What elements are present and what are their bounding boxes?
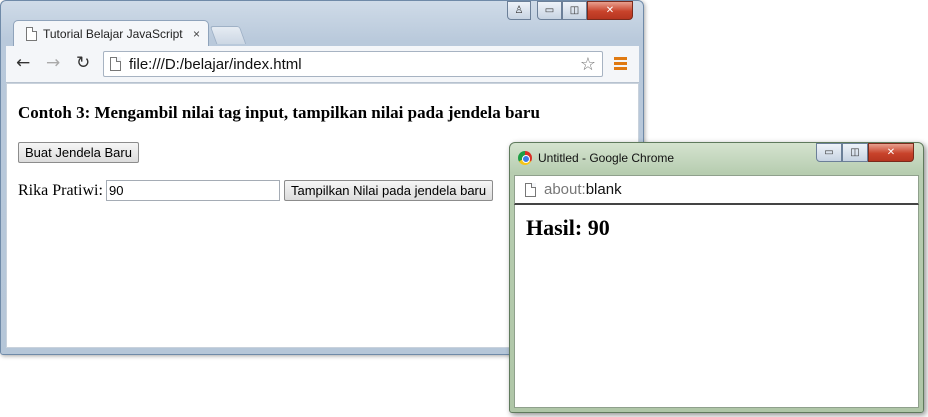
page-heading: Contoh 3: Mengambil nilai tag input, tam…	[18, 103, 540, 122]
page-icon	[525, 182, 536, 197]
bookmark-star-icon[interactable]: ☆	[580, 54, 596, 75]
chrome-logo-icon	[518, 151, 532, 165]
menu-bar-line	[614, 62, 627, 65]
popup-title: Untitled - Google Chrome	[538, 151, 675, 165]
menu-bar-line	[614, 57, 627, 60]
open-window-button[interactable]: Buat Jendela Baru	[18, 142, 139, 163]
show-value-button[interactable]: Tampilkan Nilai pada jendela baru	[284, 180, 494, 201]
address-url: file:///D:/belajar/index.html	[129, 55, 302, 73]
popup-address-bar[interactable]: about: blank	[514, 175, 919, 205]
page-icon	[110, 57, 121, 71]
menu-icon[interactable]	[614, 57, 627, 72]
tab-title: Tutorial Belajar JavaScript	[43, 27, 183, 41]
minimize-button[interactable]: ▭	[537, 1, 562, 20]
popup-caption-buttons: ▭ ◫ ✕	[816, 143, 914, 162]
popup-maximize-button[interactable]: ◫	[842, 143, 868, 162]
popup-address-host: blank	[585, 181, 622, 198]
address-bar[interactable]: file:///D:/belajar/index.html ☆	[103, 51, 603, 77]
tab-tutorial[interactable]: Tutorial Belajar JavaScript ×	[13, 20, 209, 47]
popup-close-button[interactable]: ✕	[868, 143, 914, 162]
popup-browser-window: Untitled - Google Chrome ▭ ◫ ✕ about: bla…	[509, 142, 924, 413]
popup-viewport: Hasil: 90	[514, 205, 919, 408]
close-window-button[interactable]: ✕	[587, 1, 633, 20]
popup-minimize-button[interactable]: ▭	[816, 143, 842, 162]
profile-icon[interactable]: ♙	[507, 1, 531, 20]
forward-icon[interactable]: →	[46, 54, 60, 72]
toolbar: ← → ↻ file:///D:/belajar/index.html ☆	[6, 46, 639, 83]
tab-close-icon[interactable]: ×	[193, 27, 200, 41]
back-icon[interactable]: ←	[16, 54, 30, 72]
page-icon	[26, 27, 37, 41]
popup-address-scheme: about:	[544, 181, 586, 198]
new-tab-button[interactable]	[209, 26, 247, 44]
popup-titlebar: Untitled - Google Chrome	[518, 151, 674, 165]
value-input[interactable]: 90	[106, 180, 280, 201]
result-heading: Hasil: 90	[526, 215, 610, 240]
main-caption-buttons: ♙ ▭ ◫ ✕	[507, 1, 633, 20]
reload-icon[interactable]: ↻	[76, 54, 90, 72]
maximize-button[interactable]: ◫	[562, 1, 587, 20]
menu-bar-line	[614, 67, 627, 70]
input-label: Rika Pratiwi:	[18, 182, 103, 199]
